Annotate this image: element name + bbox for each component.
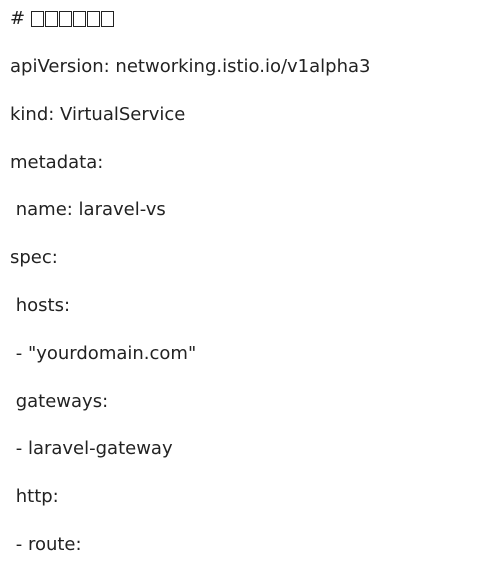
missing-glyph-box: [44, 11, 58, 27]
missing-glyph-box: [86, 11, 100, 27]
missing-glyph-boxes: [30, 11, 115, 27]
yaml-line-http: http:: [10, 486, 59, 507]
yaml-line-gateway-item: - laravel-gateway: [10, 438, 173, 459]
missing-glyph-box: [30, 11, 44, 27]
comment-line: #: [10, 8, 115, 30]
yaml-line-spec: spec:: [10, 247, 58, 268]
yaml-line-host-item: - "yourdomain.com": [10, 343, 197, 364]
comment-prefix: #: [10, 8, 31, 29]
yaml-line-gateways: gateways:: [10, 391, 109, 412]
yaml-line-apiversion: apiVersion: networking.istio.io/v1alpha3: [10, 56, 371, 77]
yaml-line-name: name: laravel-vs: [10, 199, 166, 220]
yaml-line-route: - route:: [10, 534, 82, 555]
yaml-document: # apiVersion: networking.istio.io/v1alph…: [0, 0, 496, 572]
yaml-line-metadata: metadata:: [10, 152, 104, 173]
yaml-line-hosts: hosts:: [10, 295, 71, 316]
missing-glyph-box: [58, 11, 72, 27]
missing-glyph-box: [72, 11, 86, 27]
missing-glyph-box: [100, 11, 114, 27]
yaml-line-kind: kind: VirtualService: [10, 104, 186, 125]
